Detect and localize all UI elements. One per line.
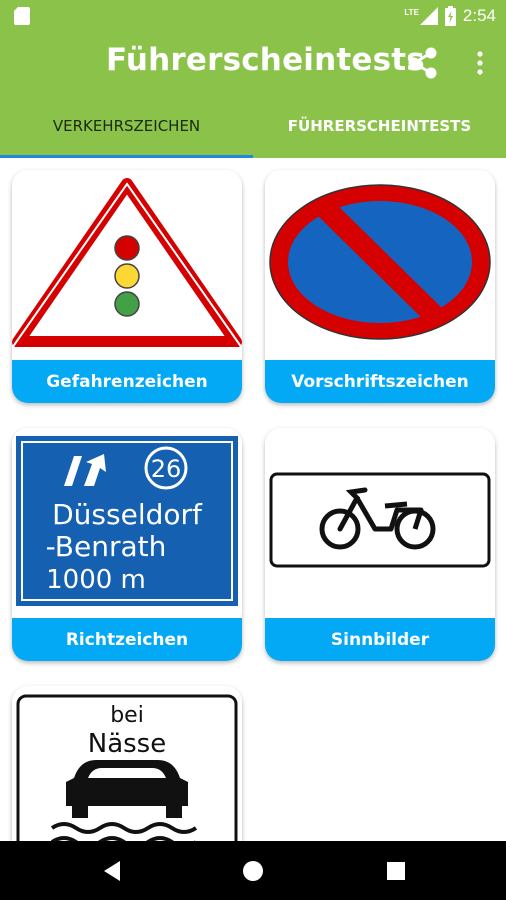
category-label: Sinnbilder [265,618,495,661]
category-card-sinnbilder[interactable]: Sinnbilder [265,428,495,661]
status-right: LTE 2:54 [404,5,496,27]
moped-sign-icon [265,428,495,618]
category-card-richtzeichen[interactable]: 26 Düsseldorf -Benrath 1000 m Richtzeich… [12,428,242,661]
sign-line-1: bei [110,703,144,728]
tab-fuehrerscheintests[interactable]: FÜHRERSCHEINTESTS [253,94,506,158]
motorway-exit-sign-icon: 26 Düsseldorf -Benrath 1000 m [12,428,242,618]
category-label: Gefahrenzeichen [12,360,242,403]
no-parking-sign-icon [265,170,495,360]
status-bar: LTE 2:54 [0,0,506,32]
category-card-wet-road[interactable]: bei Nässe [12,686,242,841]
more-vert-icon[interactable] [468,48,492,78]
category-card-vorschriftszeichen[interactable]: Vorschriftszeichen [265,170,495,403]
sign-line-2: Nässe [88,729,166,759]
app-bar: Führerscheintests [0,32,506,94]
tab-label: VERKEHRSZEICHEN [52,117,201,135]
share-icon[interactable] [406,46,440,80]
sign-line-2: -Benrath [46,530,167,563]
home-icon[interactable] [235,853,271,889]
category-card-gefahrenzeichen[interactable]: Gefahrenzeichen [12,170,242,403]
traffic-light-warning-sign-icon [12,170,242,360]
category-label: Richtzeichen [12,618,242,661]
sign-line-3: 1000 m [46,565,146,595]
exit-number: 26 [151,455,182,483]
status-time: 2:54 [462,6,496,25]
network-type: LTE [404,7,419,17]
category-grid: Gefahrenzeichen Vorschriftszeichen 26 Dü… [0,158,506,841]
back-icon[interactable] [94,853,130,889]
sign-line-1: Düsseldorf [52,498,203,531]
recents-icon[interactable] [378,853,414,889]
app-title: Führerscheintests [106,42,425,78]
system-nav-bar [0,841,506,900]
tab-bar: VERKEHRSZEICHEN FÜHRERSCHEINTESTS [0,94,506,158]
tab-label: FÜHRERSCHEINTESTS [287,117,472,135]
battery-charging-icon [444,6,456,26]
lte-signal-icon [419,7,438,25]
tab-verkehrszeichen[interactable]: VERKEHRSZEICHEN [0,94,253,158]
wet-road-sign-icon: bei Nässe [12,686,242,841]
category-label: Vorschriftszeichen [265,360,495,403]
screen: LTE 2:54 Führerscheintests VERKEHRSZEICH… [0,0,506,900]
sd-card-icon [14,7,30,25]
